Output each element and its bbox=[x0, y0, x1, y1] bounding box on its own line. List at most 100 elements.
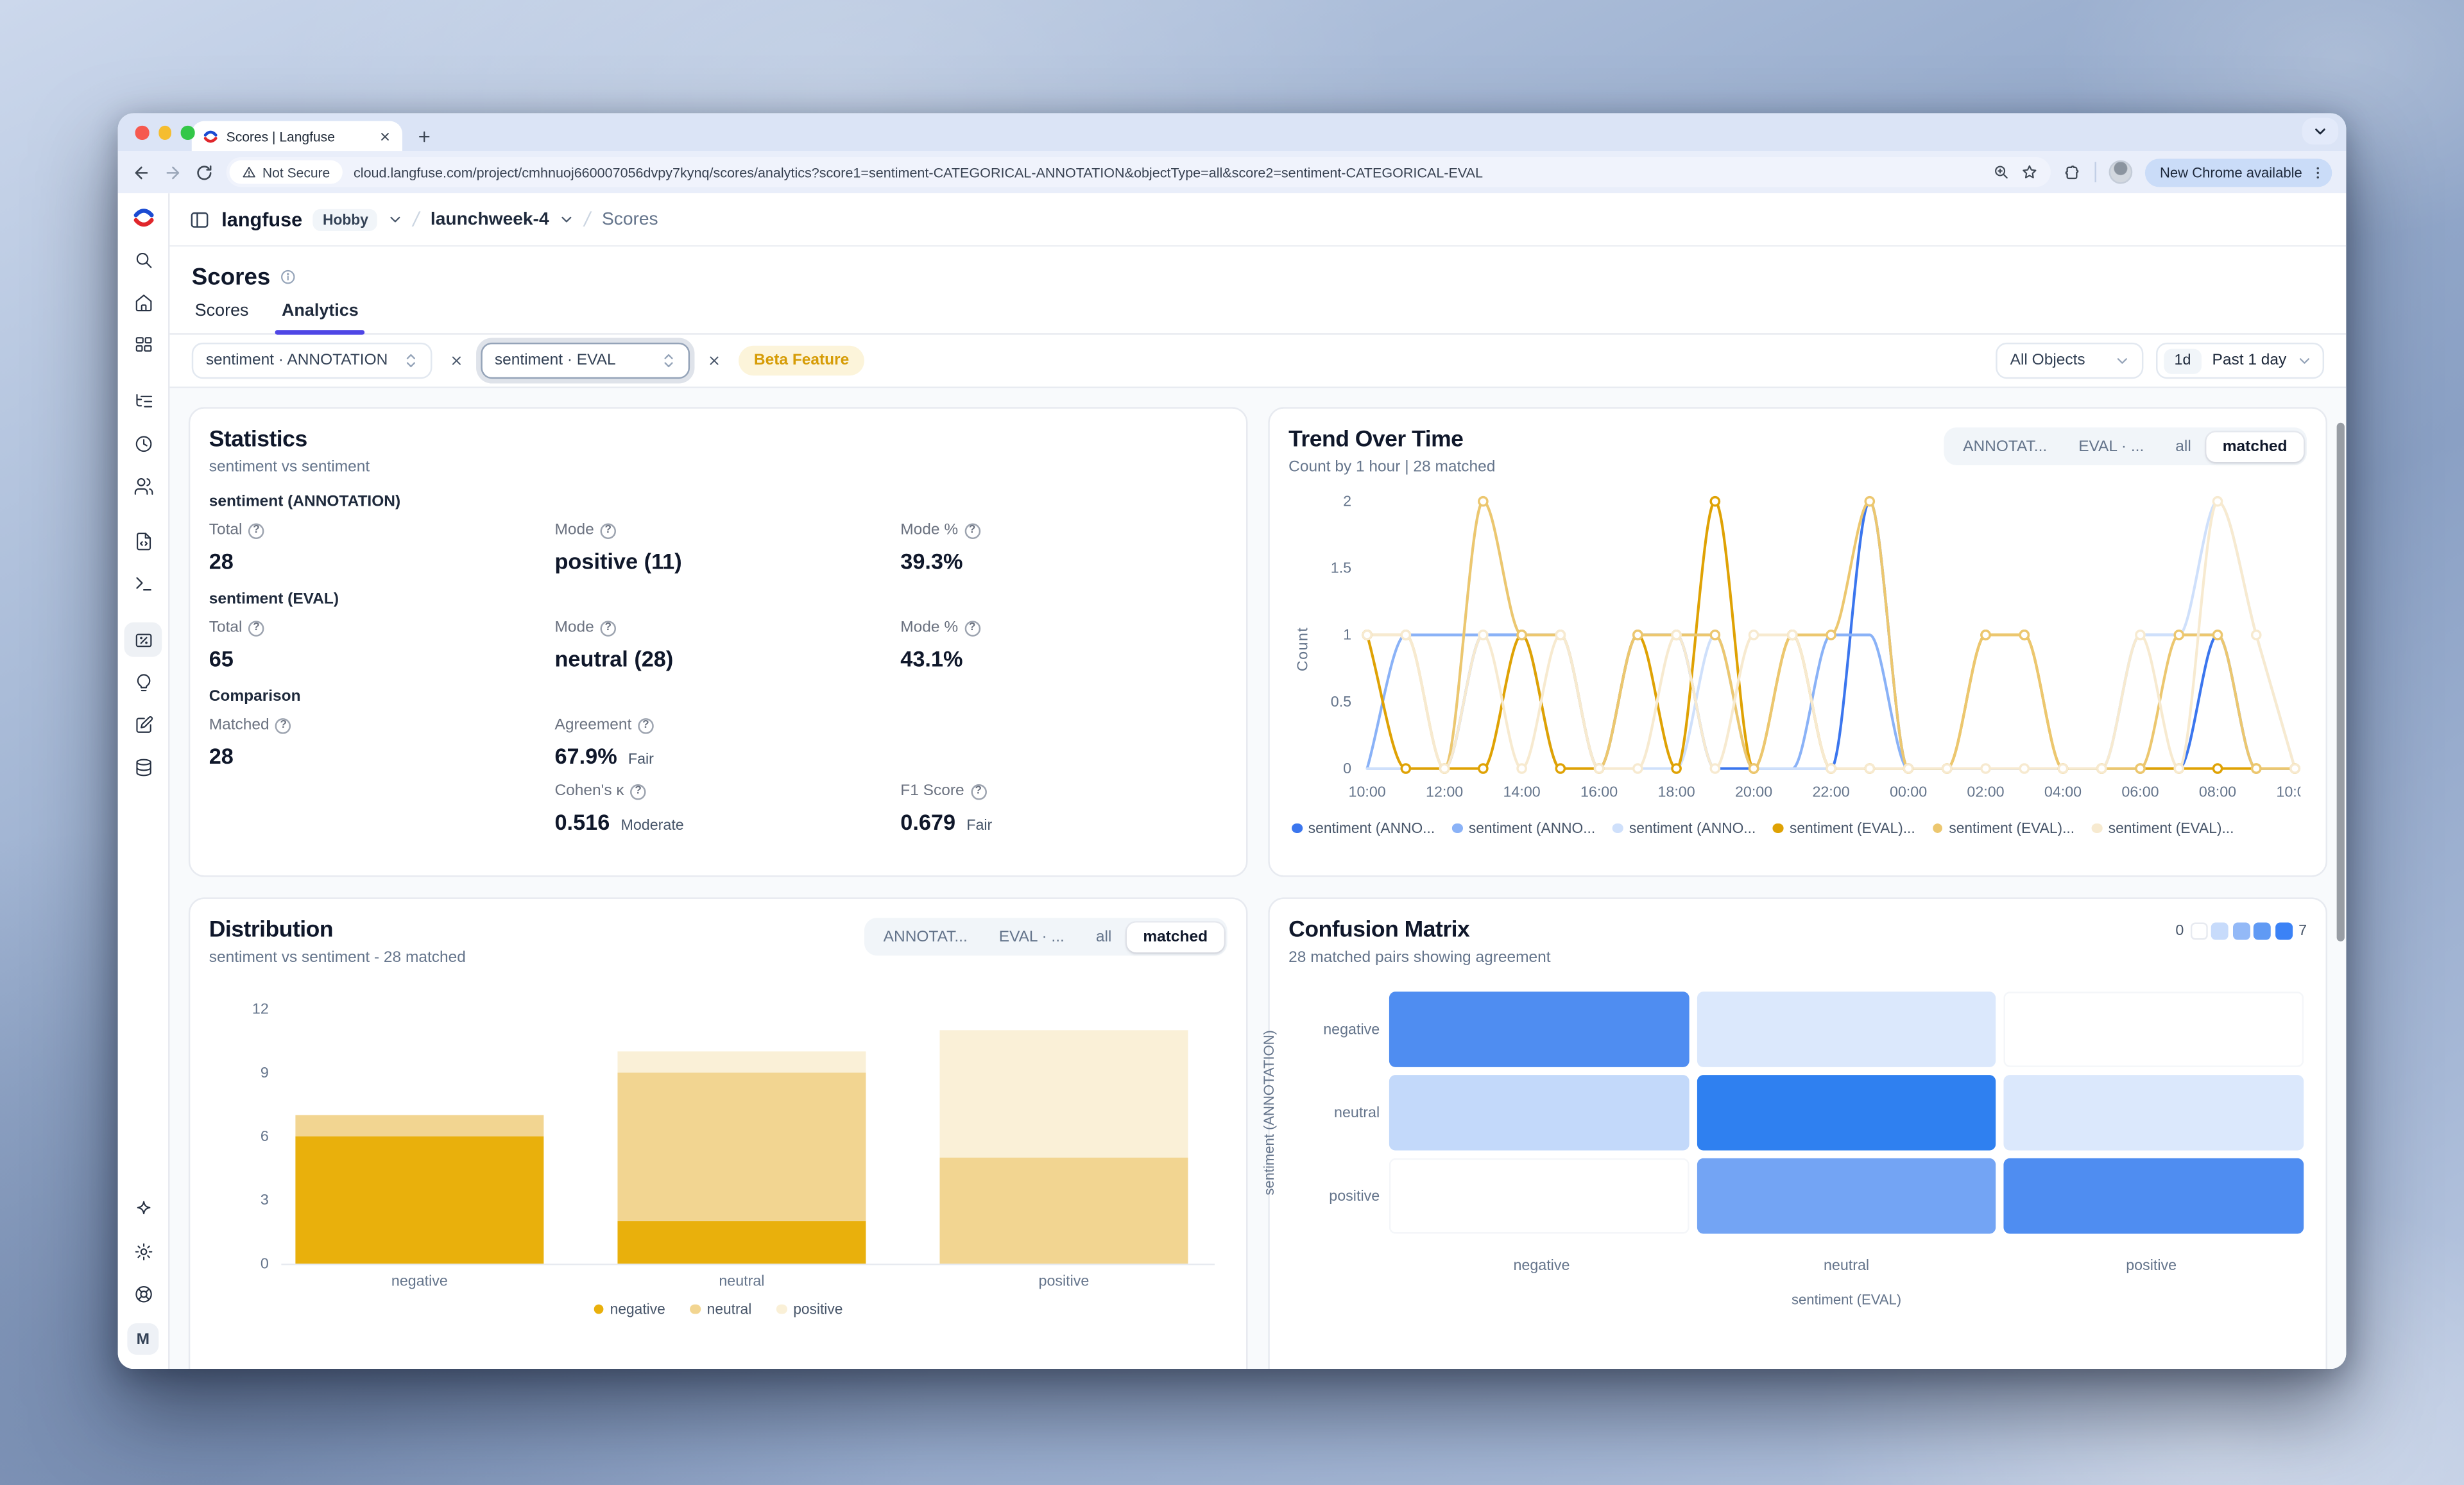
tracing-icon[interactable] bbox=[124, 384, 162, 418]
bar-segment[interactable] bbox=[939, 1158, 1188, 1264]
matrix-cell[interactable] bbox=[1389, 991, 1689, 1067]
tab-search-button[interactable] bbox=[2302, 118, 2338, 145]
seg-matched[interactable]: matched bbox=[1127, 922, 1224, 952]
bar-segment[interactable] bbox=[617, 1072, 866, 1221]
seg-all[interactable]: all bbox=[2160, 431, 2207, 461]
users-icon[interactable] bbox=[124, 468, 162, 503]
close-window-button[interactable] bbox=[135, 126, 149, 139]
score2-select[interactable]: sentiment · EVAL bbox=[481, 343, 690, 379]
search-icon[interactable] bbox=[124, 243, 162, 277]
tab-analytics[interactable]: Analytics bbox=[278, 298, 362, 333]
confusion-title: Confusion Matrix bbox=[1288, 918, 1550, 943]
support-lifebuoy-icon[interactable] bbox=[124, 1277, 162, 1312]
legend-item[interactable]: positive bbox=[776, 1301, 843, 1317]
matrix-cell[interactable] bbox=[2004, 1075, 2304, 1151]
vertical-scrollbar[interactable] bbox=[2336, 423, 2343, 941]
chrome-update-button[interactable]: New Chrome available bbox=[2146, 158, 2332, 186]
bar-segment[interactable] bbox=[295, 1137, 543, 1264]
help-icon[interactable]: ? bbox=[630, 784, 646, 799]
tab-close-icon[interactable] bbox=[379, 130, 391, 142]
matrix-row-label: neutral bbox=[1292, 1075, 1380, 1151]
datasets-icon[interactable] bbox=[124, 750, 162, 784]
kebab-menu-icon[interactable] bbox=[2310, 164, 2325, 180]
help-icon[interactable]: ? bbox=[638, 717, 653, 733]
seg-eval[interactable]: EVAL · ... bbox=[983, 922, 1080, 952]
extensions-icon[interactable] bbox=[2064, 162, 2083, 181]
help-icon[interactable]: ? bbox=[964, 620, 980, 635]
seg-matched[interactable]: matched bbox=[2207, 431, 2303, 461]
sessions-icon[interactable] bbox=[124, 426, 162, 461]
matrix-cell[interactable] bbox=[1697, 1075, 1996, 1151]
matrix-cell[interactable] bbox=[1697, 991, 1996, 1067]
help-icon[interactable]: ? bbox=[601, 522, 616, 538]
matrix-cell[interactable] bbox=[2004, 1158, 2304, 1234]
help-icon[interactable]: ? bbox=[601, 620, 616, 635]
seg-annotation[interactable]: ANNOTAT... bbox=[868, 922, 983, 952]
legend-item[interactable]: negative bbox=[594, 1301, 665, 1317]
settings-gear-icon[interactable] bbox=[124, 1235, 162, 1269]
scores-icon[interactable] bbox=[124, 622, 162, 657]
minimize-window-button[interactable] bbox=[158, 126, 171, 139]
bar-segment[interactable] bbox=[939, 1030, 1188, 1157]
legend-item[interactable]: sentiment (ANNO... bbox=[1292, 820, 1435, 836]
langfuse-logo-icon[interactable] bbox=[131, 206, 155, 230]
score1-select[interactable]: sentiment · ANNOTATION bbox=[192, 343, 432, 379]
bookmark-star-icon[interactable] bbox=[2021, 164, 2039, 181]
matrix-cell[interactable] bbox=[1389, 1158, 1689, 1234]
forward-icon[interactable] bbox=[164, 162, 182, 181]
help-icon[interactable]: ? bbox=[275, 717, 291, 733]
project-name[interactable]: launchweek-4 bbox=[431, 210, 549, 228]
maximize-window-button[interactable] bbox=[181, 126, 194, 139]
seg-all[interactable]: all bbox=[1080, 922, 1127, 952]
project-chevron-down-icon[interactable] bbox=[560, 212, 574, 227]
help-icon[interactable]: ? bbox=[248, 522, 264, 538]
tab-scores[interactable]: Scores bbox=[192, 298, 252, 333]
bar-segment[interactable] bbox=[617, 1221, 866, 1264]
info-icon[interactable] bbox=[280, 269, 296, 286]
legend-item[interactable]: sentiment (EVAL)... bbox=[1933, 820, 2075, 836]
home-icon[interactable] bbox=[124, 285, 162, 320]
new-tab-button[interactable] bbox=[416, 129, 432, 144]
x-tick-label: 20:00 bbox=[1735, 784, 1772, 800]
y-tick-label: 2 bbox=[1343, 493, 1351, 510]
address-bar[interactable]: Not Secure cloud.langfuse.com/project/cm… bbox=[227, 157, 2051, 187]
dashboards-icon[interactable] bbox=[124, 328, 162, 363]
y-tick-label: 0 bbox=[1343, 760, 1351, 777]
matrix-cell[interactable] bbox=[1389, 1075, 1689, 1151]
breadcrumb-page[interactable]: Scores bbox=[602, 210, 658, 228]
seg-eval[interactable]: EVAL · ... bbox=[2063, 431, 2160, 461]
legend-item[interactable]: sentiment (EVAL)... bbox=[2092, 820, 2234, 836]
prompts-icon[interactable] bbox=[124, 524, 162, 559]
legend-item[interactable]: neutral bbox=[690, 1301, 751, 1317]
help-icon[interactable]: ? bbox=[248, 620, 264, 635]
bar-segment[interactable] bbox=[295, 1115, 543, 1137]
reload-icon[interactable] bbox=[195, 162, 214, 181]
back-icon[interactable] bbox=[132, 162, 151, 181]
bar-segment[interactable] bbox=[617, 1051, 866, 1072]
matrix-cell[interactable] bbox=[2004, 991, 2304, 1067]
org-chevron-down-icon[interactable] bbox=[389, 212, 403, 227]
seg-annotation[interactable]: ANNOTAT... bbox=[1947, 431, 2063, 461]
remove-score2-icon[interactable] bbox=[702, 354, 726, 368]
help-icon[interactable]: ? bbox=[970, 784, 986, 799]
confusion-col-labels: negativeneutralpositive bbox=[1389, 1257, 2304, 1275]
not-secure-chip[interactable]: Not Secure bbox=[230, 160, 343, 184]
date-range-select[interactable]: 1d Past 1 day bbox=[2156, 343, 2324, 379]
panel-toggle-icon[interactable] bbox=[189, 208, 210, 230]
legend-item[interactable]: sentiment (ANNO... bbox=[1613, 820, 1756, 836]
annotation-queues-icon[interactable] bbox=[124, 707, 162, 742]
help-icon[interactable]: ? bbox=[964, 522, 980, 538]
playground-icon[interactable] bbox=[124, 567, 162, 601]
object-type-select[interactable]: All Objects bbox=[1996, 343, 2144, 379]
ask-ai-icon[interactable] bbox=[124, 1192, 162, 1227]
legend-item[interactable]: sentiment (ANNO... bbox=[1452, 820, 1595, 836]
org-name[interactable]: langfuse bbox=[221, 208, 302, 230]
matrix-cell[interactable] bbox=[1697, 1158, 1996, 1234]
user-avatar[interactable]: M bbox=[127, 1323, 158, 1355]
legend-item[interactable]: sentiment (EVAL)... bbox=[1773, 820, 1915, 836]
remove-score1-icon[interactable] bbox=[444, 354, 468, 368]
browser-tab[interactable]: Scores | Langfuse bbox=[192, 121, 402, 151]
zoom-page-icon[interactable] bbox=[1993, 164, 2010, 181]
profile-avatar[interactable] bbox=[2110, 160, 2134, 184]
evaluators-icon[interactable] bbox=[124, 665, 162, 700]
